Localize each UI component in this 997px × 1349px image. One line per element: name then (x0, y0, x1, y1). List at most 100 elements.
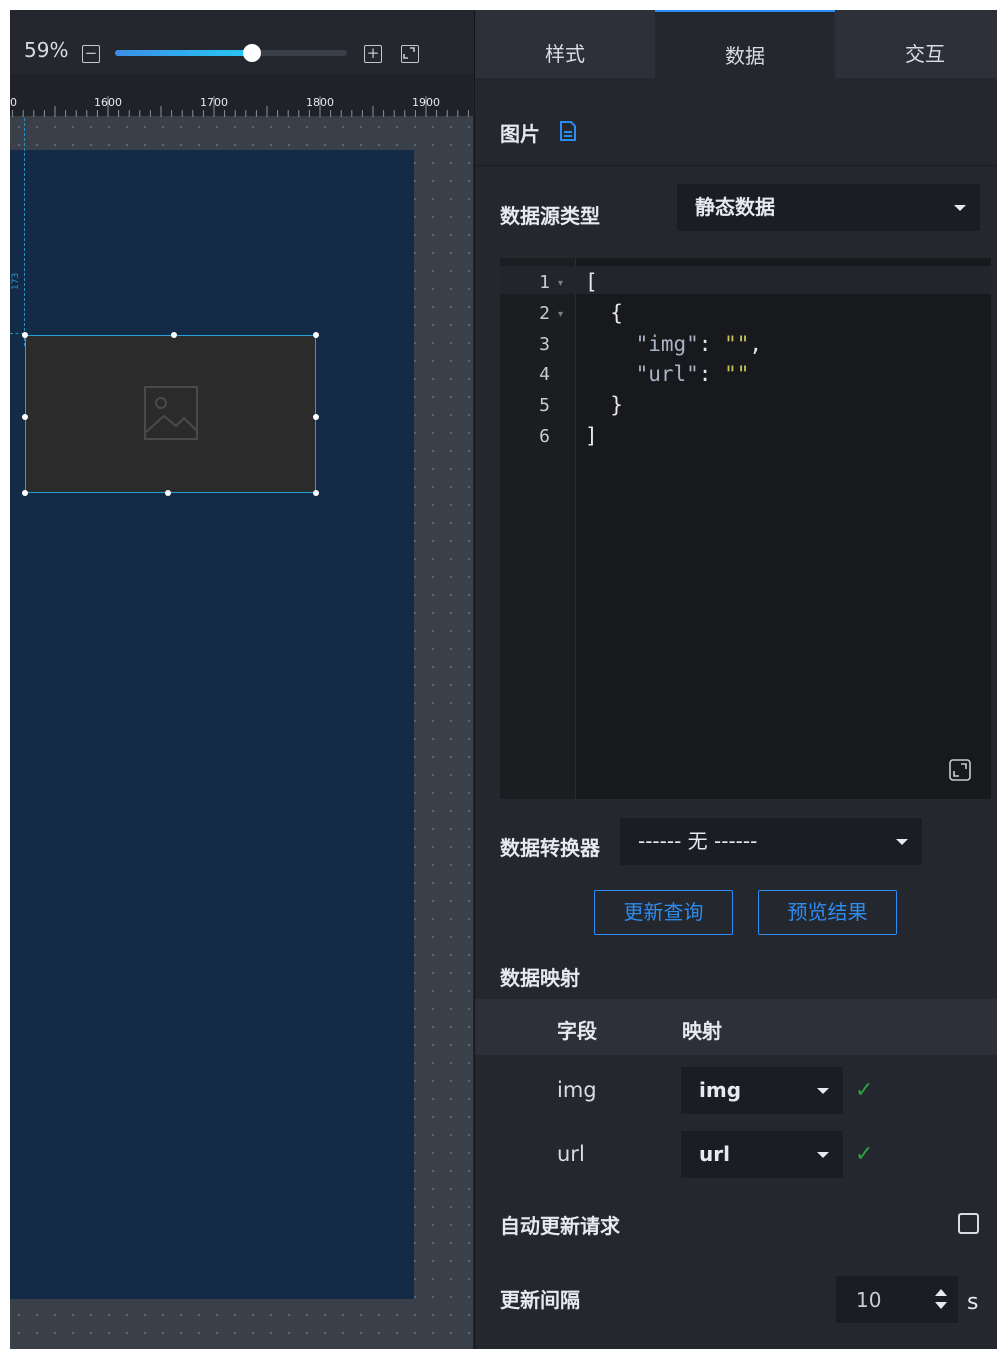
code-line-4: "url": "" (585, 362, 750, 386)
app-window: 59% − + 0 1600 1700 1800 1900 173 样式 数据 … (10, 10, 997, 1349)
tab-interaction-label: 交互 (905, 42, 945, 66)
code-line-1: [ (585, 270, 598, 294)
code-line-6: ] (585, 424, 598, 448)
check-icon: ✓ (855, 1078, 874, 1103)
json-key: "img" (635, 332, 699, 356)
resize-handle-br[interactable] (313, 490, 319, 496)
canvas-area: 59% − + 0 1600 1700 1800 1900 173 (10, 10, 473, 1349)
chevron-down-icon (896, 838, 908, 845)
line-number: 6 (539, 426, 550, 447)
zoom-slider-thumb[interactable] (243, 44, 261, 62)
ruler-tick-label: 1700 (200, 96, 228, 109)
resize-handle-mr[interactable] (313, 414, 319, 420)
mapping-table-header: 字段 映射 (475, 999, 997, 1055)
resize-handle-tl[interactable] (22, 332, 28, 338)
horizontal-ruler: 0 1600 1700 1800 1900 (10, 74, 473, 118)
line-number: 4 (539, 364, 550, 386)
panel-tabs: 样式 数据 交互 (475, 10, 997, 78)
ruler-tick-label: 1600 (94, 96, 122, 109)
zoom-slider-fill (115, 50, 252, 56)
zoom-in-button[interactable]: + (364, 45, 382, 63)
ruler-tick-label: 1800 (306, 96, 334, 109)
code-line-2: { (585, 301, 623, 325)
json-colon: : (698, 332, 725, 356)
data-mapping-label: 数据映射 (500, 966, 580, 990)
datasource-type-label: 数据源类型 (500, 204, 600, 228)
tab-style-label: 样式 (545, 42, 585, 66)
mapping-select-url[interactable]: url (681, 1131, 843, 1178)
fold-arrow-icon[interactable]: ▾ (558, 309, 563, 320)
code-editor[interactable]: 1 ▾ 2 ▾ 3 4 5 6 [ { "img": "", "url": "" } ] (500, 258, 991, 799)
datasource-type-value: 静态数据 (695, 195, 775, 219)
chevron-down-icon (817, 1151, 829, 1158)
zoom-toolbar: 59% − + (10, 10, 473, 74)
auto-update-checkbox[interactable] (958, 1213, 979, 1234)
json-string: "" (724, 362, 750, 386)
spinner-arrows-icon[interactable] (934, 1286, 948, 1312)
tab-data-label: 数据 (725, 44, 765, 68)
json-key: "url" (635, 362, 699, 386)
resize-handle-tm[interactable] (171, 332, 177, 338)
datasource-type-select[interactable]: 静态数据 (677, 184, 980, 231)
check-icon: ✓ (855, 1142, 874, 1167)
divider (475, 165, 997, 166)
line-number: 2 (539, 302, 550, 324)
code-text: } (585, 393, 623, 417)
chevron-down-icon (954, 204, 966, 211)
line-number: 5 (539, 395, 550, 417)
resize-handle-ml[interactable] (22, 414, 28, 420)
zoom-out-button[interactable]: − (82, 45, 100, 63)
ruler-tick-label: 0 (10, 96, 17, 109)
chevron-down-icon (817, 1087, 829, 1094)
data-transformer-value: ------ 无 ------ (638, 829, 758, 853)
code-line-5: } (585, 393, 623, 417)
code-text: [ (585, 270, 598, 294)
json-string: "" (724, 332, 750, 356)
auto-update-label: 自动更新请求 (500, 1214, 620, 1238)
guide-distance-label: 173 (11, 272, 21, 290)
resize-handle-bl[interactable] (22, 490, 28, 496)
update-interval-input[interactable]: 10 (836, 1276, 958, 1323)
update-interval-label: 更新间隔 (500, 1288, 580, 1312)
mapping-field-img: img (557, 1078, 597, 1102)
image-component[interactable] (25, 335, 316, 493)
code-line-3: "img": "", (585, 332, 762, 356)
mapping-value-url: url (699, 1142, 730, 1166)
mapping-value-img: img (699, 1078, 742, 1102)
preview-result-button[interactable]: 预览结果 (758, 890, 897, 935)
zoom-percentage: 59% (24, 38, 69, 62)
data-transformer-label: 数据转换器 (500, 836, 600, 860)
tab-style[interactable]: 样式 (475, 10, 655, 78)
component-title: 图片 (500, 122, 540, 146)
fit-screen-icon[interactable] (401, 45, 419, 63)
resize-handle-bm[interactable] (165, 490, 171, 496)
fullscreen-icon[interactable] (949, 759, 971, 781)
resize-handle-tr[interactable] (313, 332, 319, 338)
active-line-highlight (500, 266, 991, 294)
document-icon[interactable] (559, 121, 577, 141)
interval-unit: s (967, 1290, 979, 1315)
data-transformer-select[interactable]: ------ 无 ------ (620, 818, 922, 865)
update-interval-value: 10 (856, 1288, 882, 1312)
zoom-slider[interactable] (115, 44, 347, 62)
property-panel: 样式 数据 交互 图片 数据源类型 静态数据 1 ▾ 2 ▾ 3 4 5 6 [ { "img… (474, 10, 997, 1349)
screen-area[interactable] (10, 150, 414, 1299)
code-text: { (585, 301, 623, 325)
vertical-guide-line (24, 118, 25, 346)
tab-data[interactable]: 数据 (655, 10, 835, 78)
ruler-ticks: 0 1600 1700 1800 1900 (10, 96, 473, 118)
image-placeholder-icon (144, 386, 198, 440)
code-text: ] (585, 424, 598, 448)
column-mapping: 映射 (682, 1019, 722, 1043)
json-comma: , (749, 332, 763, 356)
json-colon: : (698, 362, 725, 386)
fold-arrow-icon[interactable]: ▾ (558, 278, 563, 289)
ruler-tick-label: 1900 (412, 96, 440, 109)
column-field: 字段 (557, 1019, 597, 1043)
mapping-field-url: url (557, 1142, 585, 1166)
line-number: 1 (539, 272, 550, 293)
update-query-button[interactable]: 更新查询 (594, 890, 733, 935)
line-number: 3 (539, 333, 550, 355)
mapping-select-img[interactable]: img (681, 1067, 843, 1114)
tab-interaction[interactable]: 交互 (835, 10, 997, 78)
